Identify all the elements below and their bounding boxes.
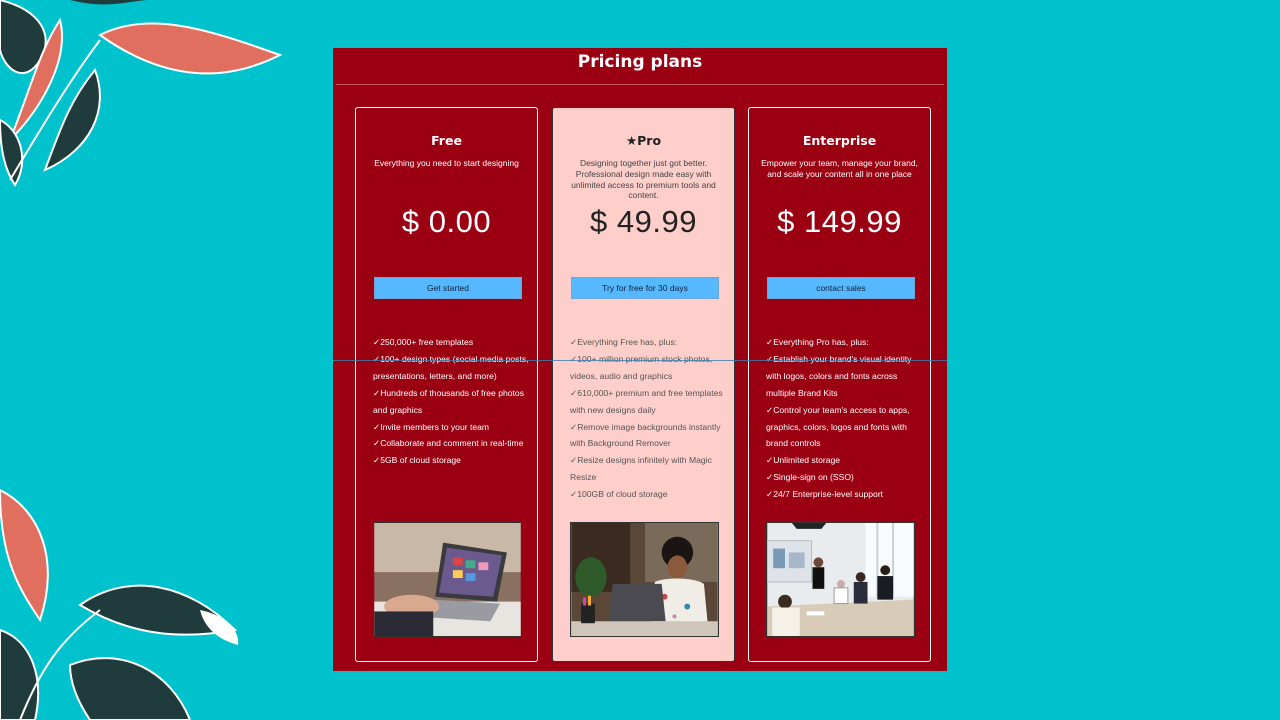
feature-item: ✓Everything Pro has, plus: (766, 337, 869, 347)
feature-item: ✓250,000+ free templates (373, 337, 474, 347)
meeting-photo (766, 522, 915, 637)
feature-item: ✓100+ design types (social media posts, … (373, 353, 529, 381)
feature-item: ✓610,000+ premium and free templates wit… (570, 387, 723, 415)
free-trial-button[interactable]: Try for free for 30 days (571, 277, 719, 299)
feature-item: ✓Everything Free has, plus: (570, 337, 678, 347)
plan-description: Designing together just got better. Prof… (571, 158, 716, 201)
feature-item: ✓Single-sign on (SSO) (766, 472, 854, 483)
feature-item: ✓Invite members to your team (373, 421, 490, 432)
plan-name: Free (431, 133, 462, 148)
plan-card-pro: ★Pro Designing together just got better.… (552, 107, 735, 662)
leaf-decoration-bottom (0, 488, 239, 720)
plan-price: $ 49.99 (590, 204, 697, 239)
laptop-photo (373, 522, 522, 637)
feature-item: ✓100GB of cloud storage (570, 489, 668, 500)
leaf-decoration-top (0, 0, 283, 187)
feature-item: ✓100+ million premium stock photos, vide… (570, 353, 713, 381)
feature-list: ✓250,000+ free templates ✓100+ design ty… (373, 334, 529, 469)
feature-item: ✓Control your team's access to apps, gra… (766, 404, 910, 449)
plan-card-enterprise: Enterprise Empower your team, manage you… (748, 107, 931, 662)
plan-price: $ 0.00 (401, 204, 492, 239)
feature-item: ✓Resize designs infinitely with Magic Re… (570, 455, 712, 483)
woman-at-laptop-photo (570, 522, 719, 637)
plan-price: $ 149.99 (777, 204, 902, 239)
feature-item: ✓Collaborate and comment in real-time (373, 438, 524, 449)
title-divider (336, 84, 944, 85)
page-title: Pricing plans (577, 52, 703, 72)
feature-item: ✓Establish your brand's visual identity … (766, 353, 912, 398)
plan-name: Enterprise (802, 133, 877, 148)
feature-item: ✓Unlimited storage (766, 455, 841, 466)
plan-name: ★Pro (625, 133, 662, 148)
plan-description: Everything you need to start designing (374, 158, 519, 168)
feature-item: ✓5GB of cloud storage (373, 455, 461, 466)
feature-item: ✓24/7 Enterprise-level support (766, 489, 884, 500)
contact-sales-button[interactable]: contact sales (767, 277, 915, 299)
get-started-button[interactable]: Get started (374, 277, 522, 299)
feature-item: ✓Hundreds of thousands of free photos an… (373, 387, 525, 415)
feature-item: ✓Remove image backgrounds instantly with… (570, 421, 721, 449)
plan-card-free: Free Everything you need to start design… (355, 107, 538, 662)
guide-line (333, 360, 947, 361)
plan-description: Empower your team, manage your brand, an… (761, 158, 918, 179)
